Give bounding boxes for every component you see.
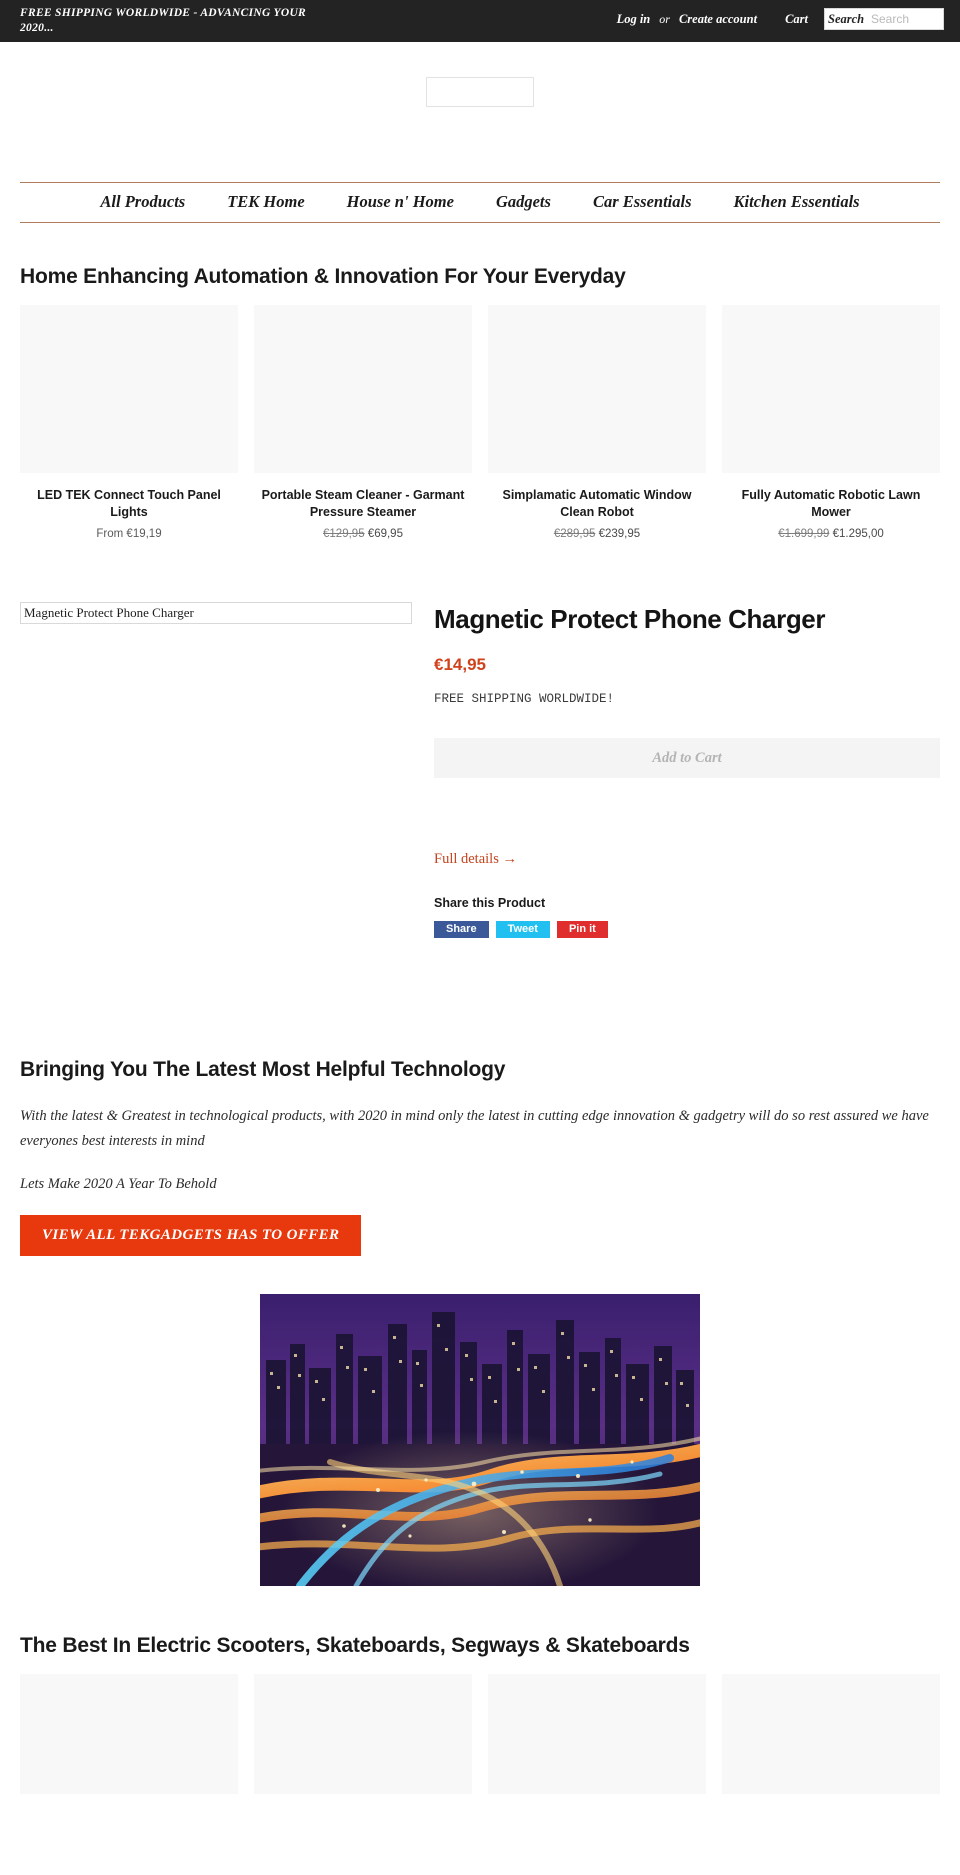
logo-band xyxy=(0,42,960,142)
bottom-product-grid xyxy=(0,1674,960,1794)
or-separator: or xyxy=(659,11,670,26)
product-title: Simplamatic Automatic Window Clean Robot xyxy=(502,488,692,519)
announcement-message: FREE SHIPPING WORLDWIDE - ADVANCING YOUR… xyxy=(20,7,307,34)
marketing-title: Bringing You The Latest Most Helpful Tec… xyxy=(20,1058,506,1081)
price-original: €129,95 xyxy=(323,528,365,540)
account-utilities: Log in or Create account Cart Search xyxy=(611,8,944,30)
featured-product-image[interactable]: Magnetic Protect Phone Charger xyxy=(20,602,412,624)
featured-media: Magnetic Protect Phone Charger xyxy=(20,602,412,938)
announcement-bar: FREE SHIPPING WORLDWIDE - ADVANCING YOUR… xyxy=(0,0,960,42)
product-card[interactable] xyxy=(480,1674,714,1794)
view-all-products-button[interactable]: VIEW ALL TEKGADGETS HAS TO OFFER xyxy=(20,1215,362,1256)
product-image[interactable] xyxy=(20,1674,238,1794)
nav-item-kitchen-essentials[interactable]: Kitchen Essentials xyxy=(713,192,881,212)
product-title: LED TEK Connect Touch Panel Lights xyxy=(37,488,221,519)
product-image[interactable] xyxy=(722,305,940,473)
featured-product-price: €14,95 xyxy=(434,655,486,674)
share-heading: Share this Product xyxy=(434,896,546,910)
price-sale: €1.295,00 xyxy=(832,528,884,540)
nav-item-car-essentials[interactable]: Car Essentials xyxy=(572,192,713,212)
product-card[interactable]: Simplamatic Automatic Window Clean Robot… xyxy=(480,305,714,540)
product-card[interactable]: LED TEK Connect Touch Panel Lights From … xyxy=(12,305,246,540)
featured-details: Magnetic Protect Phone Charger €14,95 FR… xyxy=(434,602,940,938)
price-original: €1.699,99 xyxy=(778,528,830,540)
price-prefix: From xyxy=(96,528,127,540)
bottom-collection-title: The Best In Electric Scooters, Skateboar… xyxy=(20,1634,690,1657)
product-card[interactable]: Portable Steam Cleaner - Garmant Pressur… xyxy=(246,305,480,540)
search-input[interactable] xyxy=(825,9,943,29)
nav-item-house-n-home[interactable]: House n' Home xyxy=(326,192,475,212)
share-pinterest-button[interactable]: Pin it xyxy=(556,921,608,938)
price-sale: €239,95 xyxy=(598,528,641,540)
collection-title: Home Enhancing Automation & Innovation F… xyxy=(20,265,626,288)
product-image[interactable] xyxy=(254,1674,472,1794)
price-original: €289,95 xyxy=(553,528,596,540)
price-sale: €69,95 xyxy=(367,528,403,540)
share-facebook-button[interactable]: Share xyxy=(434,921,489,938)
nav-item-tek-home[interactable]: TEK Home xyxy=(206,192,325,212)
product-card[interactable]: Fully Automatic Robotic Lawn Mower €1.69… xyxy=(714,305,948,540)
price-value: €19,19 xyxy=(126,528,162,540)
share-buttons: Share Tweet Pin it xyxy=(434,921,940,938)
main-navigation: All Products TEK Home House n' Home Gadg… xyxy=(20,182,940,223)
marketing-section: Bringing You The Latest Most Helpful Tec… xyxy=(20,1058,940,1256)
nav-item-all-products[interactable]: All Products xyxy=(79,192,206,212)
featured-product: Magnetic Protect Phone Charger Magnetic … xyxy=(20,602,940,938)
search-box[interactable]: Search xyxy=(824,8,944,30)
cart-link[interactable]: Cart xyxy=(785,12,808,27)
nav-item-gadgets[interactable]: Gadgets xyxy=(475,192,572,212)
marketing-body: With the latest & Greatest in technologi… xyxy=(20,1108,929,1149)
product-price: From €19,19 xyxy=(20,528,238,540)
product-price: €1.699,99 €1.295,00 xyxy=(722,528,940,540)
product-image[interactable] xyxy=(488,1674,706,1794)
product-price: €129,95 €69,95 xyxy=(254,528,472,540)
product-title: Fully Automatic Robotic Lawn Mower xyxy=(741,488,921,519)
create-account-link[interactable]: Create account xyxy=(673,12,763,27)
featured-product-title: Magnetic Protect Phone Charger xyxy=(434,604,826,634)
login-link[interactable]: Log in xyxy=(611,12,657,27)
share-twitter-button[interactable]: Tweet xyxy=(495,921,550,938)
hero-image-wrap xyxy=(0,1294,960,1586)
product-image[interactable] xyxy=(488,305,706,473)
full-details-link[interactable]: Full details → xyxy=(434,851,517,868)
product-grid: LED TEK Connect Touch Panel Lights From … xyxy=(0,305,960,540)
marketing-tagline: Lets Make 2020 A Year To Behold xyxy=(20,1176,217,1192)
product-image[interactable] xyxy=(20,305,238,473)
featured-image-alt-text: Magnetic Protect Phone Charger xyxy=(24,605,194,620)
product-image[interactable] xyxy=(254,305,472,473)
add-to-cart-button[interactable]: Add to Cart xyxy=(434,738,940,778)
product-card[interactable] xyxy=(246,1674,480,1794)
product-card[interactable] xyxy=(12,1674,246,1794)
shipping-note: FREE SHIPPING WORLDWIDE! xyxy=(434,692,615,706)
product-title: Portable Steam Cleaner - Garmant Pressur… xyxy=(261,488,465,519)
product-card[interactable] xyxy=(714,1674,948,1794)
product-price: €289,95 €239,95 xyxy=(488,528,706,540)
city-highway-night-image xyxy=(260,1294,700,1586)
product-image[interactable] xyxy=(722,1674,940,1794)
site-logo[interactable] xyxy=(426,77,534,107)
